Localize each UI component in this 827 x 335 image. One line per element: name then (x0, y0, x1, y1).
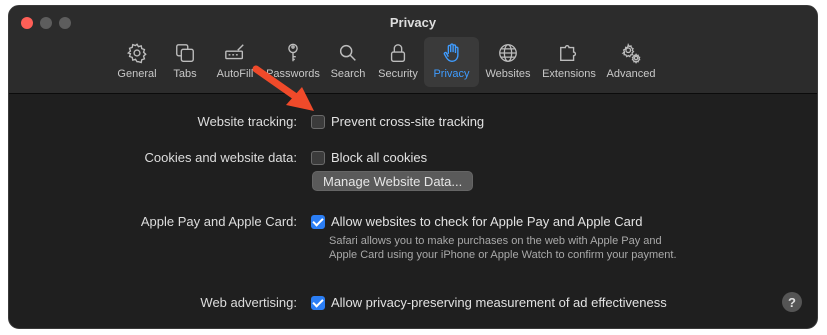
manage-website-data-button[interactable]: Manage Website Data... (312, 171, 474, 191)
ad-measurement-text[interactable]: Allow privacy-preserving measurement of … (331, 295, 667, 310)
help-button[interactable]: ? (782, 292, 802, 312)
tab-advanced-label: Advanced (606, 68, 656, 80)
tab-extensions[interactable]: Extensions (537, 37, 601, 87)
globe-icon (499, 44, 517, 62)
tab-extensions-label: Extensions (542, 68, 596, 80)
window-title: Privacy (389, 15, 437, 30)
block-all-cookies-checkbox[interactable] (311, 151, 325, 165)
preferences-window: Privacy General Tabs AutoFill Passwords … (8, 5, 818, 329)
tab-tabs[interactable]: Tabs (162, 37, 208, 87)
block-all-cookies-text[interactable]: Block all cookies (331, 150, 427, 165)
apple-pay-text[interactable]: Allow websites to check for Apple Pay an… (331, 214, 642, 229)
web-advertising-label: Web advertising: (200, 295, 297, 310)
apple-pay-label: Apple Pay and Apple Card: (140, 214, 297, 229)
tab-privacy-label: Privacy (433, 68, 470, 80)
tabs-icon (176, 44, 194, 62)
tab-tabs-label: Tabs (173, 68, 197, 80)
gears-icon (621, 43, 641, 64)
tab-privacy[interactable]: Privacy (424, 37, 479, 87)
key-icon (288, 43, 298, 62)
apple-pay-checkbox[interactable] (311, 215, 325, 229)
autofill-icon (225, 44, 244, 60)
tab-security-label: Security (378, 68, 418, 80)
cookies-label: Cookies and website data: (144, 150, 297, 165)
tab-websites[interactable]: Websites (479, 37, 537, 87)
apple-pay-description: Safari allows you to make purchases on t… (329, 235, 677, 261)
preferences-toolbar: General Tabs AutoFill Passwords Search S… (112, 37, 661, 87)
tab-advanced[interactable]: Advanced (601, 37, 661, 87)
tab-general[interactable]: General (112, 37, 162, 87)
tab-search-label: Search (330, 68, 366, 80)
red-arrow-annotation (252, 65, 314, 111)
puzzle-icon (560, 45, 577, 62)
tab-websites-label: Websites (485, 68, 531, 80)
gear-icon (126, 43, 147, 64)
title-bar: Privacy General Tabs AutoFill Passwords … (9, 6, 817, 94)
hand-icon (443, 43, 459, 62)
tab-general-label: General (117, 68, 157, 80)
privacy-settings-pane: Website tracking: Prevent cross-site tra… (9, 95, 817, 328)
prevent-cross-site-tracking-text[interactable]: Prevent cross-site tracking (331, 114, 484, 129)
tab-autofill-label: AutoFill (216, 68, 254, 80)
lock-icon (390, 44, 406, 62)
search-icon (339, 44, 356, 61)
ad-measurement-checkbox[interactable] (311, 296, 325, 310)
tab-security[interactable]: Security (372, 37, 424, 87)
tab-search[interactable]: Search (324, 37, 372, 87)
